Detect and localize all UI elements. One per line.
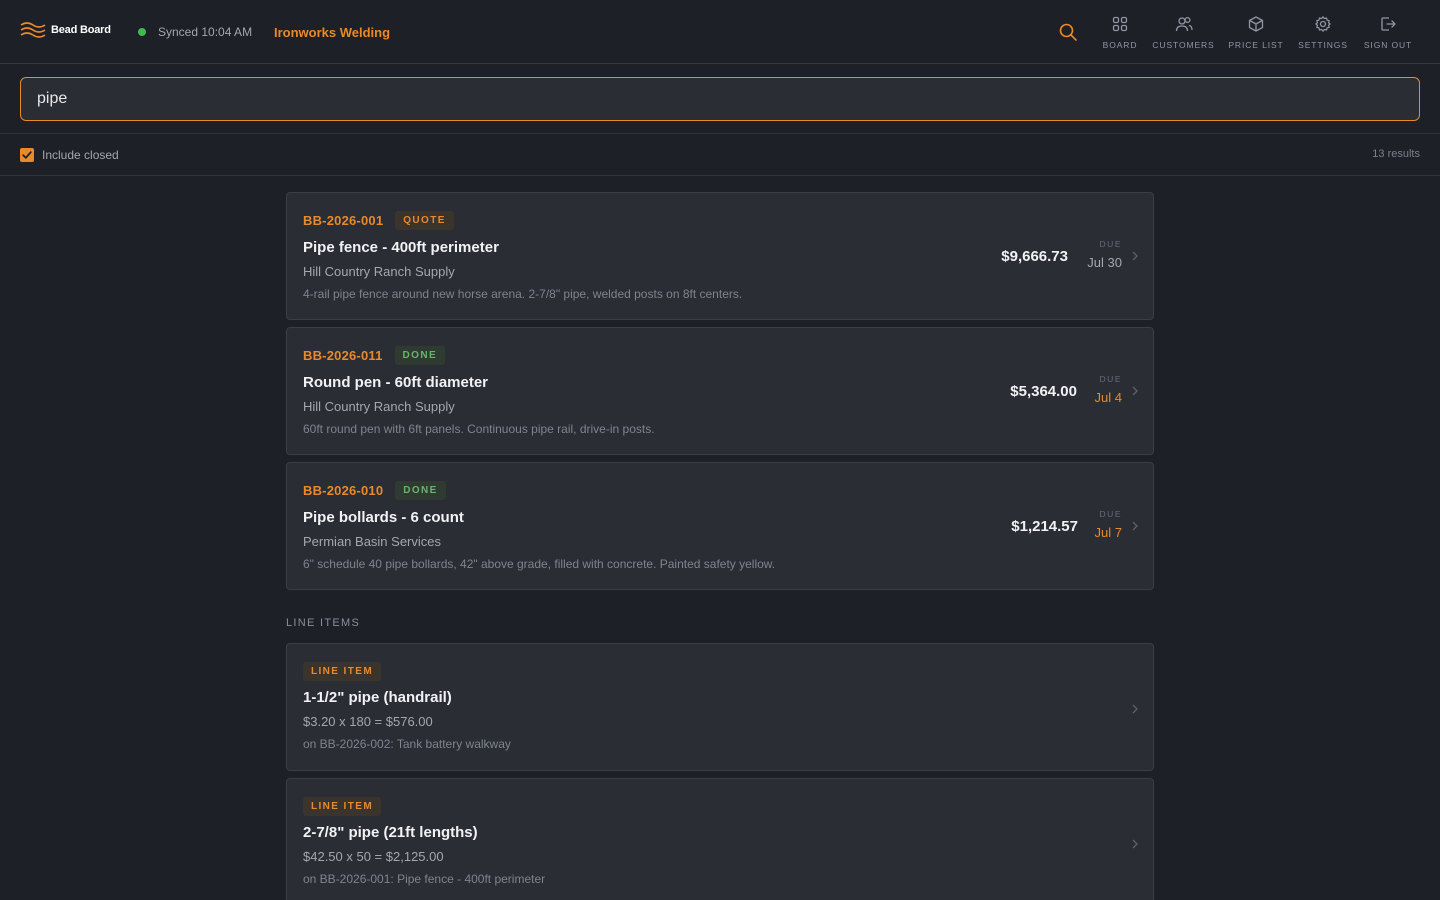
grid-icon xyxy=(1112,16,1128,32)
sign-out-icon xyxy=(1381,17,1396,31)
chevron-right-icon xyxy=(1132,521,1138,531)
line-item-ref: on BB-2026-002: Tank battery walkway xyxy=(303,737,511,751)
status-badge: DONE xyxy=(394,346,446,365)
job-amount: $5,364.00 xyxy=(1010,383,1077,400)
nav-settings-label: SETTINGS xyxy=(1298,40,1348,50)
section-label-line-items: LINE ITEMS xyxy=(286,617,361,629)
sync-text: Synced 10:04 AM xyxy=(158,25,253,39)
brand-name: Bead Board xyxy=(51,24,111,36)
users-icon xyxy=(1175,16,1193,32)
due-block: DUE Jul 4 xyxy=(1095,374,1122,405)
due-block: DUE Jul 30 xyxy=(1087,239,1122,270)
line-item-title: 2-7/8" pipe (21ft lengths) xyxy=(303,824,478,841)
nav-price-list[interactable]: PRICE LIST xyxy=(1228,15,1284,50)
job-amount: $1,214.57 xyxy=(1011,518,1078,535)
job-card[interactable]: BB-2026-011 DONE Round pen - 60ft diamet… xyxy=(286,327,1154,455)
due-date: Jul 30 xyxy=(1087,255,1122,270)
chevron-right-icon xyxy=(1132,704,1138,714)
job-card[interactable]: BB-2026-001 QUOTE Pipe fence - 400ft per… xyxy=(286,192,1154,320)
include-closed-label[interactable]: Include closed xyxy=(42,148,119,162)
result-count: 13 results xyxy=(1372,148,1420,160)
line-item-ref: on BB-2026-001: Pipe fence - 400ft perim… xyxy=(303,872,546,886)
search-icon[interactable] xyxy=(1058,22,1078,42)
line-item-calc: $42.50 x 50 = $2,125.00 xyxy=(303,849,444,864)
job-title: Round pen - 60ft diameter xyxy=(303,374,489,391)
job-description: 6" schedule 40 pipe bollards, 42" above … xyxy=(303,557,776,571)
due-label: DUE xyxy=(1099,509,1122,519)
chevron-right-icon xyxy=(1132,386,1138,396)
sync-status: Synced 10:04 AM xyxy=(138,25,252,39)
job-amount: $9,666.73 xyxy=(1001,248,1068,265)
chevron-right-icon xyxy=(1132,839,1138,849)
line-item-card[interactable]: LINE ITEM 2-7/8" pipe (21ft lengths) $42… xyxy=(286,778,1154,900)
job-description: 4-rail pipe fence around new horse arena… xyxy=(303,287,743,301)
brand[interactable]: Bead Board xyxy=(20,21,111,39)
job-id: BB-2026-011 xyxy=(303,348,383,363)
nav-board-label: BOARD xyxy=(1102,40,1138,50)
customer-name: Permian Basin Services xyxy=(303,534,441,549)
company-name[interactable]: Ironworks Welding xyxy=(274,25,390,40)
nav-settings[interactable]: SETTINGS xyxy=(1298,15,1348,50)
gear-icon xyxy=(1315,16,1331,32)
nav-sign-out-label: SIGN OUT xyxy=(1363,40,1413,50)
nav-sign-out[interactable]: SIGN OUT xyxy=(1363,15,1413,50)
status-badge: QUOTE xyxy=(395,211,454,230)
job-card[interactable]: BB-2026-010 DONE Pipe bollards - 6 count… xyxy=(286,462,1154,590)
line-item-card[interactable]: LINE ITEM 1-1/2" pipe (handrail) $3.20 x… xyxy=(286,643,1154,771)
due-block: DUE Jul 7 xyxy=(1095,509,1122,540)
include-closed-checkbox[interactable] xyxy=(20,148,34,162)
search-area xyxy=(0,65,1440,134)
job-title: Pipe bollards - 6 count xyxy=(303,509,464,526)
nav-customers-label: CUSTOMERS xyxy=(1152,40,1215,50)
checkmark-icon xyxy=(22,151,32,159)
job-description: 60ft round pen with 6ft panels. Continuo… xyxy=(303,422,655,436)
due-label: DUE xyxy=(1099,374,1122,384)
bead-logo-icon xyxy=(20,22,46,38)
due-date: Jul 7 xyxy=(1094,525,1122,540)
line-item-badge: LINE ITEM xyxy=(303,797,382,816)
due-label: DUE xyxy=(1099,239,1122,249)
job-id: BB-2026-001 xyxy=(303,213,384,228)
job-title: Pipe fence - 400ft perimeter xyxy=(303,239,499,256)
filter-bar: Include closed 13 results xyxy=(0,135,1440,176)
top-bar: Bead Board Synced 10:04 AM Ironworks Wel… xyxy=(0,0,1440,64)
nav-price-list-label: PRICE LIST xyxy=(1228,40,1284,50)
customer-name: Hill Country Ranch Supply xyxy=(303,399,455,414)
box-icon xyxy=(1248,16,1264,32)
status-badge: DONE xyxy=(395,481,446,500)
customer-name: Hill Country Ranch Supply xyxy=(303,264,455,279)
line-item-title: 1-1/2" pipe (handrail) xyxy=(303,689,452,706)
sync-indicator-icon xyxy=(138,28,146,36)
nav-customers[interactable]: CUSTOMERS xyxy=(1152,15,1215,50)
search-input[interactable] xyxy=(20,77,1420,121)
nav-board[interactable]: BOARD xyxy=(1102,15,1138,50)
line-item-badge: LINE ITEM xyxy=(303,662,382,681)
due-date: Jul 4 xyxy=(1094,390,1122,405)
line-item-calc: $3.20 x 180 = $576.00 xyxy=(303,714,433,729)
chevron-right-icon xyxy=(1132,251,1138,261)
job-id: BB-2026-010 xyxy=(303,483,384,498)
